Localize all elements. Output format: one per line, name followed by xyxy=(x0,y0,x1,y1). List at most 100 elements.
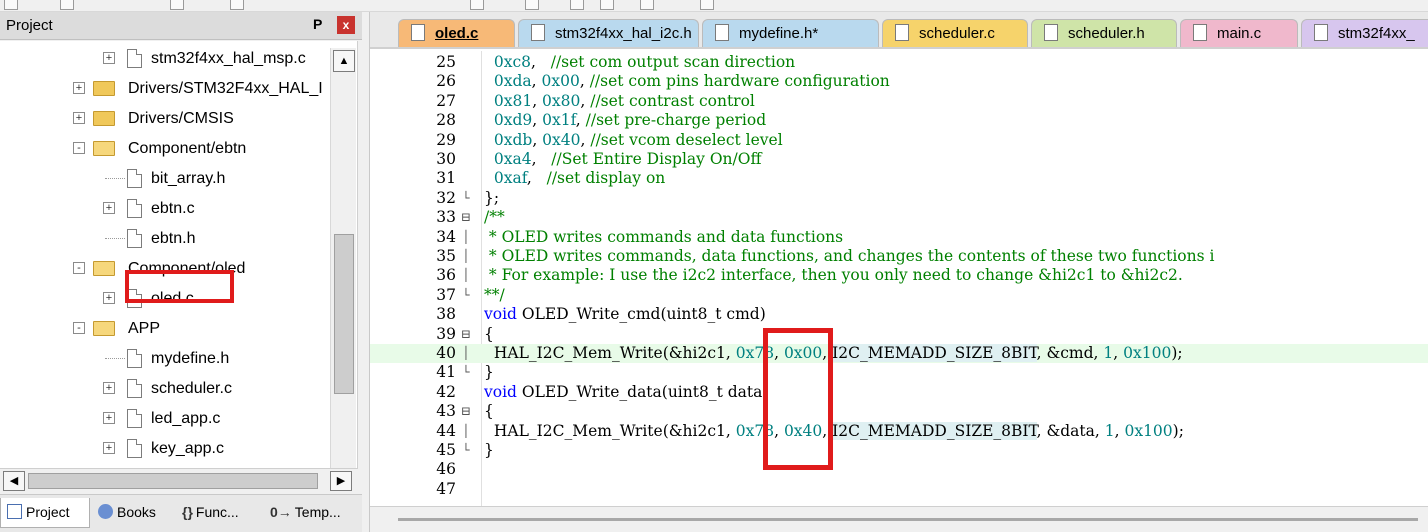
expand-icon[interactable]: + xyxy=(103,292,115,304)
fold-toggle-icon[interactable]: ⊟ xyxy=(460,208,472,227)
code-line[interactable]: 47 xyxy=(370,480,1428,499)
code-line[interactable]: 44 │ HAL_I2C_Mem_Write(&hi2c1, 0x78, 0x40… xyxy=(370,421,1428,441)
tree-item[interactable]: - APP xyxy=(0,315,330,343)
panel-bottom-tabs: Project Books {} Func... 0→ Temp... xyxy=(0,494,362,532)
scroll-right-icon[interactable]: ▶ xyxy=(330,471,352,491)
toolbar-button[interactable] xyxy=(470,0,484,10)
toolbar-button[interactable] xyxy=(60,0,74,10)
line-number: 29 xyxy=(436,130,456,149)
fold-guide: │ xyxy=(462,249,470,263)
code-line[interactable]: 35 │ * OLED writes commands, data functio… xyxy=(370,247,1428,266)
close-icon[interactable]: x xyxy=(337,16,355,34)
code-text: } xyxy=(484,441,494,459)
editor-tab-label: oled.c xyxy=(435,25,479,42)
code-line[interactable]: 45 └} xyxy=(370,441,1428,460)
scroll-left-icon[interactable]: ◀ xyxy=(3,471,25,491)
code-line[interactable]: 29 0xdb, 0x40, //set vcom deselect level xyxy=(370,131,1428,150)
expand-icon[interactable]: + xyxy=(103,412,115,424)
expand-icon[interactable]: + xyxy=(103,382,115,394)
editor-tab[interactable]: scheduler.c xyxy=(882,19,1028,47)
tab-project[interactable]: Project xyxy=(0,498,90,528)
file-icon xyxy=(715,24,729,41)
scroll-thumb[interactable] xyxy=(334,234,354,394)
panel-header: Project P x xyxy=(0,12,362,40)
toolbar-button[interactable] xyxy=(640,0,654,10)
tree-item[interactable]: + led_app.c xyxy=(0,405,330,433)
editor-tab[interactable]: stm32f4xx_ xyxy=(1301,19,1428,47)
toolbar-button[interactable] xyxy=(700,0,714,10)
tree-item[interactable]: - Component/ebtn xyxy=(0,135,330,163)
code-line[interactable]: 27 0x81, 0x80, //set contrast control xyxy=(370,92,1428,111)
editor-tab[interactable]: mydefine.h* xyxy=(702,19,879,47)
toolbar-button[interactable] xyxy=(570,0,584,10)
code-text: 0xaf, //set display on xyxy=(493,169,666,188)
tree-item[interactable]: + key_app.c xyxy=(0,435,330,463)
code-line[interactable]: 34 │ * OLED writes commands and data func… xyxy=(370,228,1428,247)
line-number: 31 xyxy=(436,169,456,188)
line-number: 33 xyxy=(436,208,456,227)
line-number: 36 xyxy=(436,266,456,285)
tree-item[interactable]: bit_array.h xyxy=(0,165,330,193)
expand-icon[interactable]: + xyxy=(103,52,115,64)
code-text: { xyxy=(484,324,494,343)
code-line[interactable]: 39 ⊟ { xyxy=(370,325,1428,344)
scroll-up-icon[interactable]: ▲ xyxy=(333,50,355,72)
code-text: 0xa4, //Set Entire Display On/Off xyxy=(493,150,762,168)
collapse-icon[interactable]: - xyxy=(73,142,85,154)
expand-icon[interactable]: + xyxy=(103,442,115,454)
toolbar-button[interactable] xyxy=(4,0,18,10)
editor-tab[interactable]: main.c xyxy=(1180,19,1298,47)
tree-vertical-scrollbar[interactable]: ▲ xyxy=(330,48,356,480)
code-line[interactable]: 46 xyxy=(370,460,1428,479)
folder-open-icon xyxy=(93,261,115,276)
pin-icon[interactable]: P xyxy=(313,16,322,32)
editor-tab[interactable]: scheduler.h xyxy=(1031,19,1177,47)
collapse-icon[interactable]: - xyxy=(73,322,85,334)
editor-tab[interactable]: oled.c xyxy=(398,19,515,47)
toolbar-button[interactable] xyxy=(230,0,244,10)
code-line[interactable]: 26 0xda, 0x00, //set com pins hardware c… xyxy=(370,72,1428,91)
expand-icon[interactable]: + xyxy=(73,82,85,94)
code-line[interactable]: 38 void OLED_Write_cmd(uint8_t cmd) xyxy=(370,305,1428,324)
code-line[interactable]: 40 │ HAL_I2C_Mem_Write(&hi2c1, 0x78, 0x00… xyxy=(370,344,1428,364)
tab-books[interactable]: Books xyxy=(92,498,174,528)
code-line[interactable]: 31 0xaf, //set display on xyxy=(370,169,1428,188)
expand-icon[interactable]: + xyxy=(73,112,85,124)
folder-icon xyxy=(93,111,115,126)
code-area[interactable]: 25 0xc8, //set com output scan direction… xyxy=(370,51,1428,506)
code-line[interactable]: 37 └ **/ xyxy=(370,286,1428,305)
editor-tab-label: mydefine.h* xyxy=(739,25,819,42)
code-line[interactable]: 25 0xc8, //set com output scan direction xyxy=(370,53,1428,72)
expand-icon[interactable]: + xyxy=(103,202,115,214)
tree-item[interactable]: ebtn.h xyxy=(0,225,330,253)
tab-templates[interactable]: 0→ Temp... xyxy=(264,498,358,528)
code-line[interactable]: 42 void OLED_Write_data(uint8_t data) xyxy=(370,383,1428,402)
code-line[interactable]: 41 └} xyxy=(370,363,1428,382)
toolbar-button[interactable] xyxy=(525,0,539,10)
toolbar-button[interactable] xyxy=(600,0,614,10)
tree-horizontal-scrollbar[interactable]: ◀ ▶ xyxy=(0,468,358,492)
code-line[interactable]: 32 └}; xyxy=(370,189,1428,208)
editor-horizontal-scrollbar[interactable] xyxy=(370,506,1428,532)
tab-functions[interactable]: {} Func... xyxy=(176,498,262,528)
scroll-thumb[interactable] xyxy=(28,473,318,489)
toolbar-button[interactable] xyxy=(170,0,184,10)
tree-item[interactable]: mydefine.h xyxy=(0,345,330,373)
tree-item[interactable]: + Drivers/CMSIS xyxy=(0,105,330,133)
tree-item[interactable]: + ebtn.c xyxy=(0,195,330,223)
fold-toggle-icon[interactable]: ⊟ xyxy=(460,325,472,344)
code-line[interactable]: 33 ⊟ /** xyxy=(370,208,1428,227)
tree-item-label: ebtn.h xyxy=(151,230,196,247)
scroll-track[interactable] xyxy=(398,518,1418,521)
code-line[interactable]: 30 0xa4, //Set Entire Display On/Off xyxy=(370,150,1428,169)
code-line[interactable]: 36 │ * For example: I use the i2c2 interf… xyxy=(370,266,1428,285)
tree-item[interactable]: + scheduler.c xyxy=(0,375,330,403)
fold-toggle-icon[interactable]: ⊟ xyxy=(460,402,472,421)
collapse-icon[interactable]: - xyxy=(73,262,85,274)
tree-item[interactable]: + stm32f4xx_hal_msp.c xyxy=(0,45,330,73)
editor-tab[interactable]: stm32f4xx_hal_i2c.h xyxy=(518,19,699,47)
code-line[interactable]: 43 ⊟ { xyxy=(370,402,1428,421)
code-text: 0xc8, //set com output scan direction xyxy=(493,53,796,71)
code-line[interactable]: 28 0xd9, 0x1f, //set pre-charge period xyxy=(370,111,1428,130)
tree-item[interactable]: + Drivers/STM32F4xx_HAL_I xyxy=(0,75,330,103)
